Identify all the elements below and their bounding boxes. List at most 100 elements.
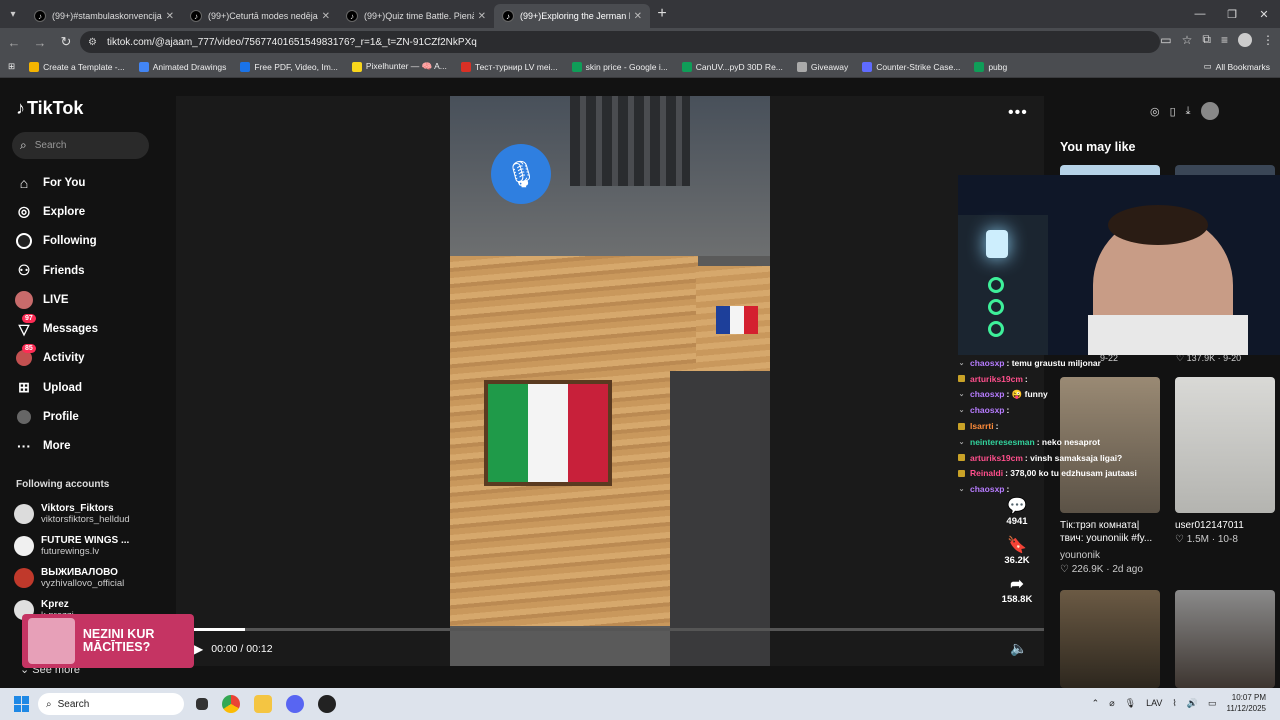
share-action[interactable]: ➦ 158.8K (995, 574, 1039, 605)
browser-tab[interactable]: ♪ (99+)Exploring the Jerman Filte ✕ (494, 4, 650, 28)
restore-icon[interactable]: ❐ (1216, 0, 1248, 28)
suggestion-caption[interactable]: user012147011 (1175, 519, 1244, 532)
site-info-icon[interactable]: ⚙ (88, 37, 97, 48)
download-icon[interactable]: ⤓ (1186, 105, 1191, 118)
notification-badge: 97 (22, 314, 36, 324)
coins-icon[interactable]: ◎ (1150, 105, 1160, 118)
user-avatar[interactable] (1200, 102, 1219, 120)
chat-message: ⌄ neinteresesman: neko nesaprot (958, 434, 1158, 450)
cast-icon[interactable]: ▭ (1160, 33, 1171, 47)
minimize-icon[interactable]: — (1184, 0, 1216, 28)
bookmark-item[interactable]: Animated Drawings (138, 61, 226, 72)
suggestion-thumb[interactable] (1175, 590, 1275, 688)
browser-tab[interactable]: ♪ (99+)Quiz time Battle. Pienācin ✕ (338, 4, 494, 28)
following-account[interactable]: ВЫЖИВАЛОВО vyzhivallovo_official (14, 562, 130, 594)
nav-label: Following (43, 235, 97, 248)
forward-icon[interactable]: → (28, 30, 52, 54)
nav-item-following[interactable]: Following (14, 227, 98, 256)
nav-item-explore[interactable]: ◎ Explore (14, 197, 98, 226)
tiktok-logo[interactable]: ♪ TikTok (16, 98, 83, 119)
url-input[interactable]: ⚙ tiktok.com/@ajaam_777/video/7567740165… (80, 31, 1160, 53)
suggestion-author[interactable]: younonik (1060, 549, 1100, 562)
close-tab-icon[interactable]: ✕ (166, 11, 174, 22)
window-controls: — ❐ ✕ (1184, 0, 1280, 28)
following-account[interactable]: FUTURE WINGS ... futurewings.lv (14, 530, 130, 562)
wifi-icon[interactable]: ⌇ (1172, 698, 1176, 709)
nav-item-more[interactable]: ··· More (14, 432, 98, 461)
windows-start-icon[interactable] (14, 696, 30, 712)
bookmark-item[interactable]: Create a Template -... (29, 61, 125, 72)
notification-badge: 85 (22, 343, 36, 353)
live-icon (14, 290, 34, 310)
suggestion-meta: ♡ 226.9K · 2d ago (1060, 564, 1143, 575)
close-tab-icon[interactable]: ✕ (322, 11, 330, 22)
nav-item-upload[interactable]: ⊞ Upload (14, 373, 98, 402)
bookmark-action[interactable]: 🔖 36.2K (995, 535, 1039, 566)
battery-icon[interactable]: ▭ (1208, 698, 1217, 709)
nav-item-activity[interactable]: 85 Activity (14, 343, 98, 373)
you-may-like-title: You may like (1060, 140, 1136, 154)
suggestion-caption[interactable]: Тік:трэп комната| твич: younoniik #fy... (1060, 519, 1164, 545)
profile-avatar-icon[interactable] (1238, 32, 1252, 47)
browser-menu-icon[interactable]: ⋮ (1262, 33, 1274, 47)
star-icon[interactable]: ☆ (1182, 33, 1193, 47)
chrome-icon[interactable] (222, 695, 240, 713)
mic-tray-icon[interactable]: 🎙 (1125, 698, 1136, 709)
bookmark-item[interactable]: Pixelhunter — 🧠 A... (351, 61, 447, 72)
video-progress-bar[interactable] (194, 628, 1044, 631)
tab-search-menu[interactable]: ▾ (0, 0, 26, 28)
video-player[interactable]: 🎙 ••• ▶ 00:00 / 00:12 🔈 (176, 96, 1044, 666)
video-frame[interactable]: 🎙 (450, 96, 770, 666)
nav-item-live[interactable]: LIVE (14, 285, 98, 314)
new-tab-button[interactable]: + (650, 2, 674, 26)
discord-icon[interactable] (286, 695, 304, 713)
bookmark-item[interactable]: pubg (974, 61, 1007, 72)
close-tab-icon[interactable]: ✕ (634, 11, 642, 22)
suggestion-thumb[interactable] (1175, 377, 1275, 513)
more-options-icon[interactable]: ••• (1008, 104, 1028, 122)
language-indicator[interactable]: LAV (1146, 698, 1162, 708)
browser-tab[interactable]: ♪ (99+)Ceturtā modes nedējas di ✕ (182, 4, 338, 28)
back-icon[interactable]: ← (2, 30, 26, 54)
device-icon[interactable]: ▯ (1170, 105, 1176, 118)
bookmark-item[interactable]: Counter-Strike Case... (862, 61, 960, 72)
nav-item-for-you[interactable]: ⌂ For You (14, 168, 98, 197)
nav-item-profile[interactable]: Profile (14, 402, 98, 431)
tray-expand-icon[interactable]: ⌃ (1092, 698, 1100, 709)
media-icon[interactable]: ≡ (1221, 33, 1228, 47)
suggestion-thumb[interactable] (1060, 590, 1160, 688)
chat-text: : 😜 funny (1006, 388, 1048, 399)
comment-action[interactable]: 💬 4941 (995, 496, 1039, 527)
close-tab-icon[interactable]: ✕ (478, 11, 486, 22)
chat-username: chaosxp (970, 389, 1005, 400)
browser-tab[interactable]: ♪ (99+)#stambulaskonvencija | Ti ✕ (26, 4, 182, 28)
bookmark-favicon-icon (974, 61, 985, 72)
bookmark-item[interactable]: skin price - Google i... (571, 61, 668, 72)
obs-icon[interactable] (318, 695, 336, 713)
network-icon[interactable]: ⌀ (1109, 698, 1114, 709)
action-count: 158.8K (1001, 594, 1033, 605)
extensions-icon[interactable]: ⧉ (1202, 32, 1211, 47)
file-explorer-icon[interactable] (254, 695, 272, 713)
all-bookmarks[interactable]: ▭ All Bookmarks (1204, 61, 1270, 72)
bookmark-item[interactable]: Тест-турнир LV mei... (460, 61, 558, 72)
clock[interactable]: 10:07 PM 11/12/2025 (1227, 692, 1266, 714)
promo-banner[interactable]: NEZINI KUR MĀCĪTIES? (22, 614, 194, 668)
nav-item-messages[interactable]: ▽ 97 Messages (14, 314, 98, 343)
chat-text: : neko nesaprot (1036, 436, 1101, 447)
task-view-icon[interactable] (196, 698, 208, 710)
bookmark-item[interactable]: Free PDF, Video, Im... (240, 61, 338, 72)
volume-tray-icon[interactable]: 🔊 (1187, 698, 1198, 709)
following-account[interactable]: Viktors_Fiktors viktorsfiktors_helldud (14, 498, 130, 530)
bookmark-item[interactable]: CanUV...pyD 30D Re... (681, 61, 783, 72)
nav-item-friends[interactable]: ⚇ Friends (14, 256, 98, 285)
close-window-icon[interactable]: ✕ (1248, 0, 1280, 28)
reload-icon[interactable]: ↻ (54, 30, 78, 54)
volume-icon[interactable]: 🔈 (1010, 640, 1027, 657)
search-input[interactable]: ⌕ Search (12, 132, 149, 159)
search-icon: ⌕ (20, 138, 27, 152)
apps-grid-icon[interactable]: ⊞ (8, 61, 15, 72)
play-icon[interactable]: ▶ (194, 642, 203, 656)
bookmark-item[interactable]: Giveaway (796, 61, 848, 72)
taskbar-search[interactable]: ⌕ Search (38, 693, 184, 715)
